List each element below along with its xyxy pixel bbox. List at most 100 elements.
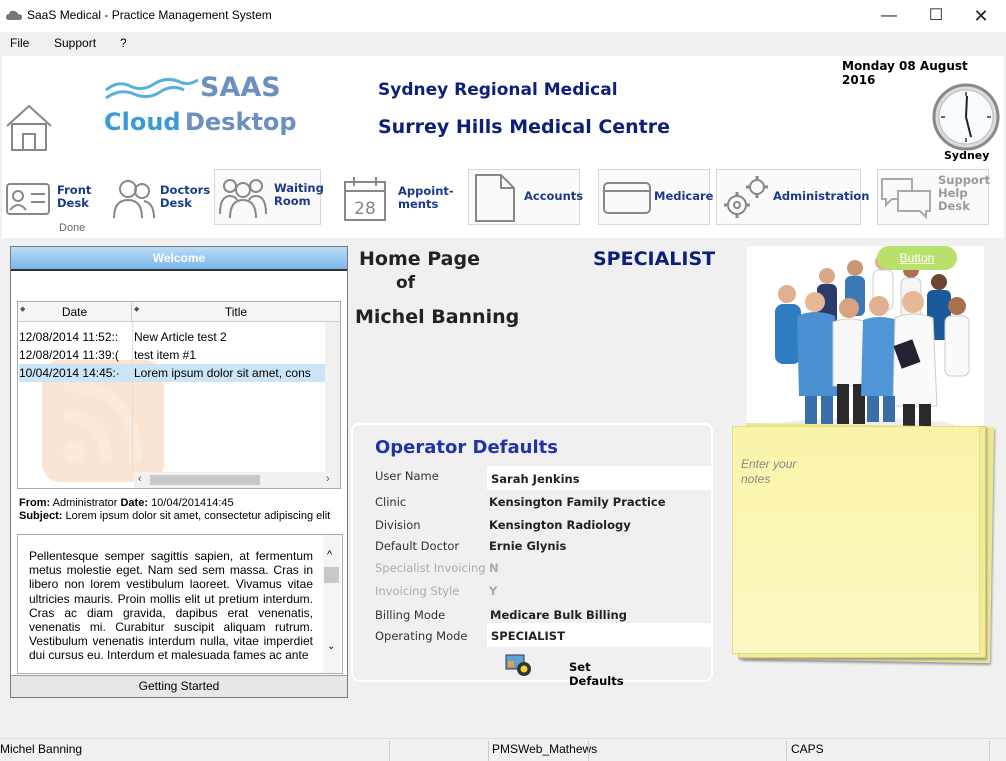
header-area: SAAS Cloud Desktop Sydney Regional Medic…	[2, 56, 1004, 238]
practice-name: Surrey Hills Medical Centre	[378, 116, 671, 138]
scroll-left-icon[interactable]: ‹	[138, 473, 142, 485]
appointments-button[interactable]: 28 Appoint-ments	[340, 172, 460, 228]
photo-button[interactable]: Button	[877, 246, 957, 270]
date-value: 10/04/201414:45	[151, 497, 234, 509]
document-icon	[475, 174, 515, 222]
news-grid: Date Title ◆ ◆ 12/08/2014 11:52:: New Art…	[17, 301, 341, 489]
field-label: Billing Mode	[375, 608, 446, 622]
card-icon	[603, 182, 651, 214]
body-scroll-thumb[interactable]	[324, 567, 339, 583]
status-caps: CAPS	[791, 742, 824, 756]
appointments-label-2: ments	[398, 197, 439, 211]
settings-gear-icon	[505, 654, 531, 676]
cloud-app-icon	[6, 10, 22, 20]
support-help-desk-button[interactable]: Support Help Desk	[877, 169, 990, 225]
field-label: Specialist Invoicing	[375, 561, 486, 575]
sticky-notes-area[interactable]: Enter your notes	[732, 426, 980, 654]
date-label: Date:	[120, 497, 148, 509]
message-body-box[interactable]: Pellentesque semper sagittis sapien, at …	[17, 534, 343, 674]
column-header-date[interactable]: Date	[18, 302, 132, 322]
body-scrollbar[interactable]: ^ ⌄	[323, 535, 341, 673]
field-label: Division	[375, 518, 421, 532]
status-user: Michel Banning	[0, 742, 83, 756]
logo-saas-text: SAAS	[200, 72, 281, 103]
message-from: From: Administrator Date: 10/04/201414:4…	[19, 497, 234, 509]
scroll-down-icon[interactable]: ⌄	[327, 641, 335, 652]
logo-waves-icon	[105, 77, 199, 100]
minimize-button[interactable]: —	[866, 0, 912, 32]
maximize-button[interactable]: ☐	[913, 0, 959, 32]
field-label: Clinic	[375, 495, 407, 509]
front-desk-button[interactable]: Front Desk	[2, 172, 106, 228]
table-row-selected[interactable]: 10/04/2014 14:45:· Lorem ipsum dolor sit …	[19, 364, 325, 382]
row-title: test item #1	[134, 348, 197, 362]
scroll-up-icon[interactable]: ^	[327, 549, 332, 561]
row-date: 10/04/2014 14:45:·	[19, 366, 120, 380]
doctors-icon	[113, 180, 155, 219]
clock-icon	[932, 83, 1000, 151]
org-name: Sydney Regional Medical	[378, 80, 618, 100]
set-defaults-button[interactable]: Set Defaults	[503, 653, 643, 688]
status-bar: Michel Banning PMSWeb_Mathews CAPS	[0, 738, 1006, 761]
table-row[interactable]: 12/08/2014 11:52:: New Article test 2	[19, 328, 325, 346]
waiting-room-label-2: Room	[274, 194, 311, 208]
table-row[interactable]: 12/08/2014 11:39:( test item #1	[19, 346, 325, 364]
waiting-room-button[interactable]: Waiting Room	[214, 169, 324, 225]
id-card-icon	[6, 183, 50, 215]
scroll-thumb[interactable]	[150, 475, 260, 485]
doctors-desk-label-2: Desk	[160, 196, 192, 210]
home-page-of: of	[396, 273, 416, 293]
getting-started-button[interactable]: Getting Started	[11, 675, 347, 697]
administration-label: Administration	[773, 189, 870, 203]
column-header-title[interactable]: Title	[132, 302, 340, 322]
home-page-user: Michel Banning	[355, 306, 520, 328]
status-server: PMSWeb_Mathews	[492, 742, 598, 756]
logo-cloud-text: Cloud	[104, 108, 181, 136]
calendar-day: 28	[354, 199, 376, 219]
welcome-panel: Welcome Date Title ◆ ◆ 12/08/2014 11:52:…	[10, 246, 348, 698]
welcome-header: Welcome	[11, 247, 347, 269]
home-icon[interactable]	[3, 102, 55, 152]
menu-file[interactable]: File	[10, 36, 29, 50]
operator-defaults-title: Operator Defaults	[375, 437, 558, 458]
administration-button[interactable]: Administration	[716, 169, 870, 225]
from-label: From:	[19, 497, 51, 509]
grid-vertical-scrollbar[interactable]	[325, 322, 340, 472]
accounts-button[interactable]: Accounts	[468, 169, 583, 225]
billing-mode-value[interactable]: Medicare Bulk Billing	[490, 608, 627, 622]
invoicing-style-value: Y	[489, 584, 498, 598]
window-title: SaaS Medical - Practice Management Syste…	[27, 8, 272, 22]
row-date: 12/08/2014 11:39:(	[19, 348, 119, 362]
notes-placeholder: Enter your notes	[741, 457, 797, 486]
gears-icon	[724, 176, 768, 218]
calendar-icon: 28	[344, 177, 386, 221]
clinic-value[interactable]: Kensington Family Practice	[489, 495, 666, 509]
specialist-invoicing-value: N	[489, 561, 499, 575]
medicare-button[interactable]: Medicare	[598, 169, 714, 225]
operating-mode-title: SPECIALIST	[593, 248, 716, 270]
doctors-photo	[747, 246, 984, 435]
clock-city: Sydney	[944, 149, 990, 162]
menu-bar: File Support ?	[0, 32, 1006, 54]
front-desk-status: Done	[59, 222, 86, 234]
scroll-right-icon[interactable]: ›	[326, 473, 330, 485]
from-value: Administrator	[52, 497, 118, 509]
close-button[interactable]: ✕	[958, 0, 1004, 32]
grid-horizontal-scrollbar[interactable]: ‹ ›	[134, 472, 340, 488]
medical-team-image	[775, 254, 970, 434]
division-value[interactable]: Kensington Radiology	[489, 518, 631, 532]
menu-help[interactable]: ?	[120, 36, 127, 50]
row-title: New Article test 2	[134, 330, 227, 344]
menu-support[interactable]: Support	[54, 36, 96, 50]
field-label: Default Doctor	[375, 539, 460, 553]
doctors-desk-button[interactable]: Doctors Desk	[108, 172, 212, 228]
medicare-label: Medicare	[654, 189, 714, 203]
front-desk-label-2: Desk	[57, 196, 89, 210]
set-defaults-label: Set Defaults	[569, 660, 624, 688]
logo-desktop-text: Desktop	[185, 108, 297, 136]
support-label-3: Desk	[938, 199, 970, 213]
title-bar: SaaS Medical - Practice Management Syste…	[0, 0, 1006, 32]
default-doctor-value[interactable]: Ernie Glynis	[489, 539, 566, 553]
group-icon	[219, 179, 267, 219]
field-label: Operating Mode	[375, 629, 468, 643]
